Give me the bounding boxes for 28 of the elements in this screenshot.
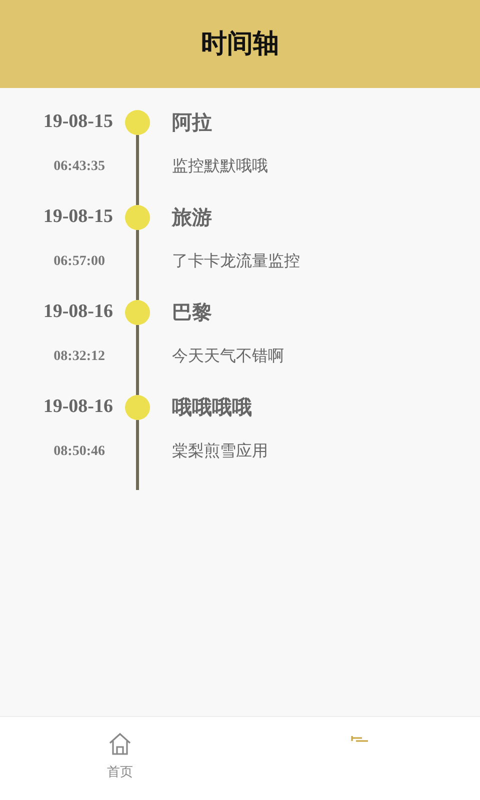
nav-tab[interactable]: 首页 (0, 717, 240, 800)
timeline-icon (351, 735, 369, 742)
timeline-line (136, 135, 138, 205)
entry-date: 19-08-15 (43, 205, 113, 229)
timeline-line (136, 325, 138, 395)
entry-date: 19-08-16 (43, 300, 113, 324)
entry-title: 哦哦哦哦 (172, 395, 252, 419)
timeline-line (136, 230, 138, 300)
entry-time: 06:43:35 (54, 158, 106, 176)
entry-title: 阿拉 (172, 110, 212, 134)
entry-text: 棠梨煎雪应用 (172, 440, 268, 462)
entry-text: 今天天气不错啊 (172, 345, 284, 367)
entry-time: 08:32:12 (54, 348, 106, 366)
page-title: 时间轴 (201, 28, 279, 60)
entry-title: 巴黎 (172, 300, 212, 324)
entry-time: 08:50:46 (54, 443, 106, 461)
entry-date: 19-08-16 (43, 395, 113, 419)
timeline-dot (124, 300, 150, 325)
entry-time: 06:57:00 (54, 253, 106, 271)
entry-title: 旅游 (172, 205, 212, 229)
entry-date: 19-08-15 (43, 110, 113, 134)
entry-text: 监控默默哦哦 (172, 155, 268, 177)
entry-text: 了卡卡龙流量监控 (172, 250, 300, 272)
home-icon (107, 731, 133, 757)
timeline-dot (124, 395, 150, 420)
timeline-dot (124, 205, 150, 230)
timeline-line (136, 420, 138, 490)
timeline-dot (124, 110, 150, 135)
